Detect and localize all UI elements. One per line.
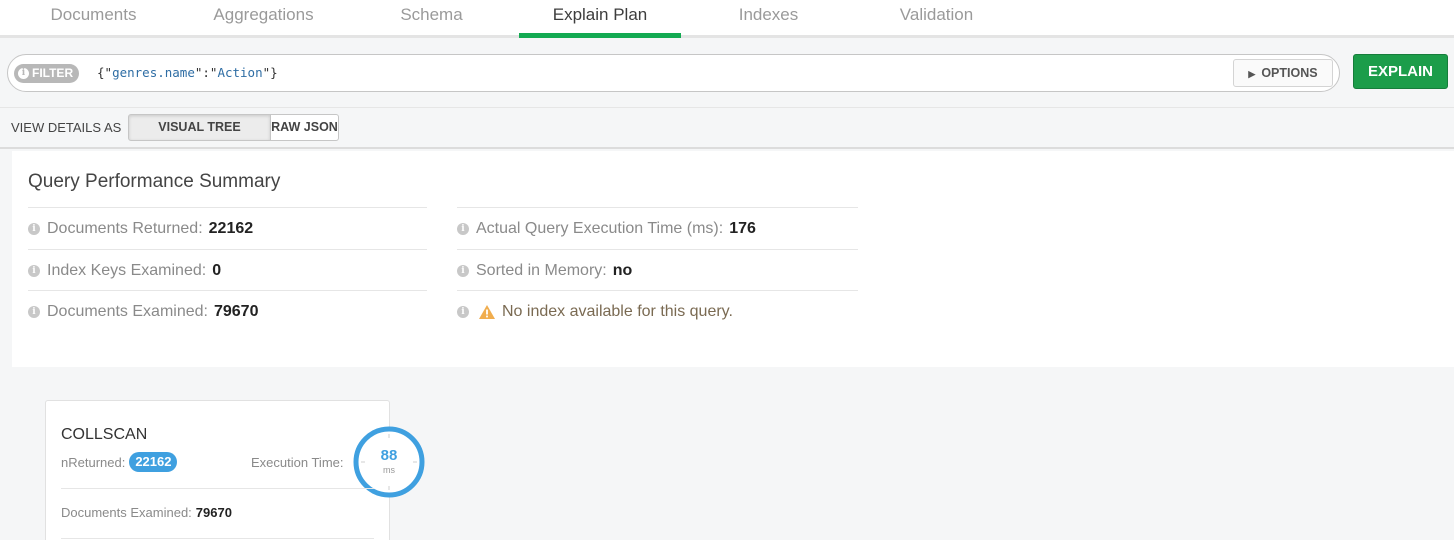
nreturned: nReturned: 22162 xyxy=(61,452,178,472)
tab-schema[interactable]: Schema xyxy=(348,0,515,35)
explain-button[interactable]: EXPLAIN xyxy=(1353,54,1448,89)
tab-bar: Documents Aggregations Schema Explain Pl… xyxy=(0,0,1454,38)
execution-time-unit: ms xyxy=(383,465,395,475)
summary-title: Query Performance Summary xyxy=(28,171,281,192)
summary-row: i Actual Query Execution Time (ms): 176 xyxy=(457,207,858,249)
query-brace-open: {" xyxy=(97,65,113,80)
summary-row: i No index available for this query. xyxy=(457,290,858,332)
nreturned-badge: 22162 xyxy=(129,452,178,472)
info-icon[interactable]: i xyxy=(28,222,40,235)
warning-icon xyxy=(479,304,495,319)
caret-right-icon: ▶ xyxy=(1248,69,1256,79)
options-button[interactable]: ▶ OPTIONS xyxy=(1233,59,1333,87)
summary-row: i Documents Examined: 79670 xyxy=(28,290,427,332)
query-key: genres.name xyxy=(112,65,195,80)
view-details-label: VIEW DETAILS AS xyxy=(11,120,122,135)
query-colon: ":" xyxy=(194,65,218,80)
query-value: Action xyxy=(217,65,263,80)
options-label: OPTIONS xyxy=(1261,66,1318,80)
no-index-warning: No index available for this query. xyxy=(502,302,733,320)
docs-examined-value: 79670 xyxy=(195,505,232,520)
stage-name: COLLSCAN xyxy=(61,426,148,443)
visual-tree-button[interactable]: VISUAL TREE xyxy=(128,114,271,141)
info-icon[interactable]: i xyxy=(457,264,469,277)
summary-row: i Index Keys Examined: 0 xyxy=(28,249,427,291)
summary-row: i Sorted in Memory: no xyxy=(457,249,858,291)
tab-indexes[interactable]: Indexes xyxy=(685,0,852,35)
filter-label: FILTER xyxy=(32,66,74,80)
execution-time-value: 88 xyxy=(380,447,398,464)
tab-explain-plan[interactable]: Explain Plan xyxy=(519,0,681,38)
documents-returned-value: 22162 xyxy=(208,219,254,237)
raw-json-button[interactable]: RAW JSON xyxy=(270,114,339,141)
query-performance-summary: Query Performance Summary i Documents Re… xyxy=(12,151,1454,367)
filter-query-text[interactable]: {"genres.name":"Action"} xyxy=(97,65,278,80)
summary-row: i Documents Returned: 22162 xyxy=(28,207,427,249)
stage-card-collscan[interactable]: COLLSCAN nReturned: 22162 Execution Time… xyxy=(45,400,425,540)
execution-time-value: 176 xyxy=(729,219,756,237)
info-icon[interactable]: i xyxy=(28,264,40,277)
documents-examined-label: Documents Examined: xyxy=(47,302,208,320)
view-details-bar: VIEW DETAILS AS VISUAL TREE RAW JSON xyxy=(0,108,1454,149)
docs-examined: Documents Examined: 79670 xyxy=(61,505,232,520)
documents-examined-value: 79670 xyxy=(213,302,259,320)
query-bar: i FILTER {"genres.name":"Action"} ▶ OPTIO… xyxy=(0,38,1454,108)
sorted-in-memory-label: Sorted in Memory: xyxy=(476,261,607,279)
tab-aggregations[interactable]: Aggregations xyxy=(180,0,347,35)
filter-pill: i FILTER xyxy=(14,64,80,83)
filter-input[interactable]: i FILTER {"genres.name":"Action"} ▶ OPTIO… xyxy=(7,54,1340,92)
index-keys-examined-label: Index Keys Examined: xyxy=(47,261,207,279)
nreturned-label: nReturned: xyxy=(61,454,126,470)
documents-returned-label: Documents Returned: xyxy=(47,219,203,237)
docs-examined-label: Documents Examined: xyxy=(61,505,192,520)
divider xyxy=(61,488,374,489)
index-keys-examined-value: 0 xyxy=(212,261,222,279)
tab-validation[interactable]: Validation xyxy=(853,0,1020,35)
info-icon: i xyxy=(18,68,29,79)
info-icon[interactable]: i xyxy=(28,305,40,318)
execution-time-label: Actual Query Execution Time (ms): xyxy=(476,219,724,237)
info-icon[interactable]: i xyxy=(457,305,469,318)
execution-time-label: Execution Time: xyxy=(251,455,344,470)
tab-documents[interactable]: Documents xyxy=(10,0,177,35)
info-icon[interactable]: i xyxy=(457,222,469,235)
sorted-in-memory-value: no xyxy=(612,261,633,279)
divider xyxy=(61,538,374,539)
query-brace-close: "} xyxy=(262,65,278,80)
